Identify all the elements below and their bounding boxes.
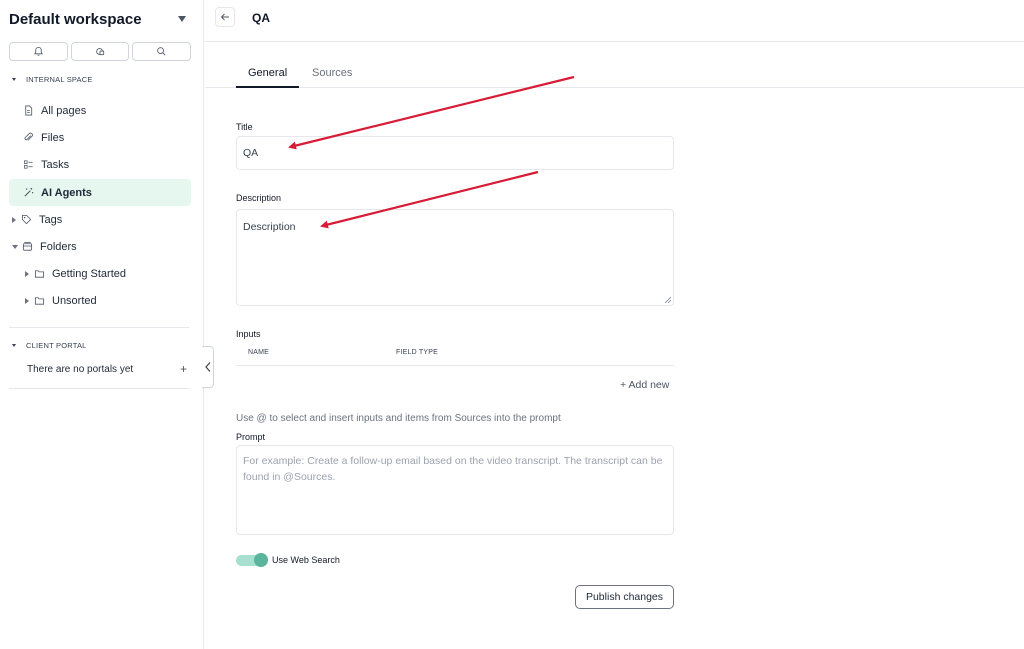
folder-icon [33,268,45,280]
back-button[interactable] [215,7,235,27]
column-header-field-type: FIELD TYPE [396,349,438,356]
resize-grip-icon[interactable] [665,297,671,303]
sidebar-item-folders[interactable]: Folders [9,233,191,260]
description-textarea[interactable]: Description [236,209,674,306]
toggle-knob [254,553,268,567]
table-divider [236,365,674,366]
sidebar-item-tasks[interactable]: Tasks [9,151,191,178]
sidebar-item-tags[interactable]: Tags [9,206,191,233]
web-search-label: Use Web Search [272,555,340,565]
title-label: Title [236,122,253,132]
sidebar-item-label: Tasks [41,158,70,171]
search-icon [157,47,166,56]
bell-icon [33,46,43,56]
section-label: CLIENT PORTAL [26,341,87,350]
caret-right-icon[interactable] [25,297,29,304]
caret-down-icon[interactable] [12,244,18,249]
tab-bar: General Sources [205,60,1024,88]
inputs-label: Inputs [236,329,261,339]
publish-changes-button[interactable]: Publish changes [575,585,674,609]
search-button[interactable] [132,42,192,61]
notifications-button[interactable] [9,42,68,61]
title-input[interactable]: QA [236,136,674,170]
sidebar-folder-getting-started[interactable]: Getting Started [9,260,191,287]
tab-general[interactable]: General [248,67,287,79]
sidebar: Default workspace INTERNAL SPACE All pag… [0,0,204,649]
sidebar-folder-unsorted[interactable]: Unsorted [9,287,191,314]
quick-actions [9,42,192,61]
prompt-textarea[interactable]: For example: Create a follow-up email ba… [236,445,674,535]
folder-icon [33,295,45,307]
chevron-down-icon [178,16,186,22]
tag-icon [20,214,32,226]
divider [9,327,189,328]
caret-right-icon[interactable] [12,216,16,223]
sidebar-item-label: Getting Started [52,267,126,280]
collapse-sidebar-button[interactable] [202,346,214,388]
active-tab-indicator [236,86,299,88]
add-input-button[interactable]: + Add new [620,379,669,391]
sidebar-item-label: Files [41,131,65,144]
tasks-icon [22,159,34,171]
sidebar-item-label: Unsorted [52,294,97,307]
magic-wand-icon [22,187,34,199]
prompt-label: Prompt [236,432,266,442]
caret-right-icon[interactable] [25,270,29,277]
layers-icon [95,48,104,56]
column-header-name: NAME [248,349,270,356]
section-label: INTERNAL SPACE [26,75,93,84]
divider [9,388,189,389]
sidebar-item-label: All pages [41,104,87,117]
sidebar-item-label: AI Agents [41,186,92,199]
sidebar-item-files[interactable]: Files [9,124,191,151]
prompt-placeholder: For example: Create a follow-up email ba… [243,455,663,483]
description-value: Description [243,221,296,233]
sidebar-item-label: Tags [39,213,63,226]
description-label: Description [236,193,282,203]
folders-icon [21,241,33,253]
no-portals-text: There are no portals yet [27,364,134,375]
sidebar-item-all-pages[interactable]: All pages [9,97,191,124]
caret-down-icon [12,344,16,347]
page-icon [22,105,34,117]
sidebar-item-label: Folders [40,240,77,253]
workspace-title: Default workspace [9,10,142,28]
workspace-switcher[interactable]: Default workspace [9,9,189,29]
title-value: QA [243,147,259,159]
web-search-toggle[interactable] [236,553,268,567]
page-title: QA [252,11,270,25]
sidebar-item-ai-agents[interactable]: AI Agents [9,179,191,206]
chevron-left-icon [204,362,210,372]
add-portal-button[interactable]: + [180,362,187,376]
prompt-hint: Use @ to select and insert inputs and it… [236,413,561,424]
client-portal-section[interactable]: CLIENT PORTAL [12,341,87,350]
caret-down-icon [12,78,16,81]
tab-sources[interactable]: Sources [312,67,352,79]
internal-space-section[interactable]: INTERNAL SPACE [12,75,93,84]
recent-button[interactable] [70,42,130,61]
paperclip-icon [22,132,34,144]
arrow-left-icon [220,13,229,21]
top-bar: QA [205,0,1024,42]
